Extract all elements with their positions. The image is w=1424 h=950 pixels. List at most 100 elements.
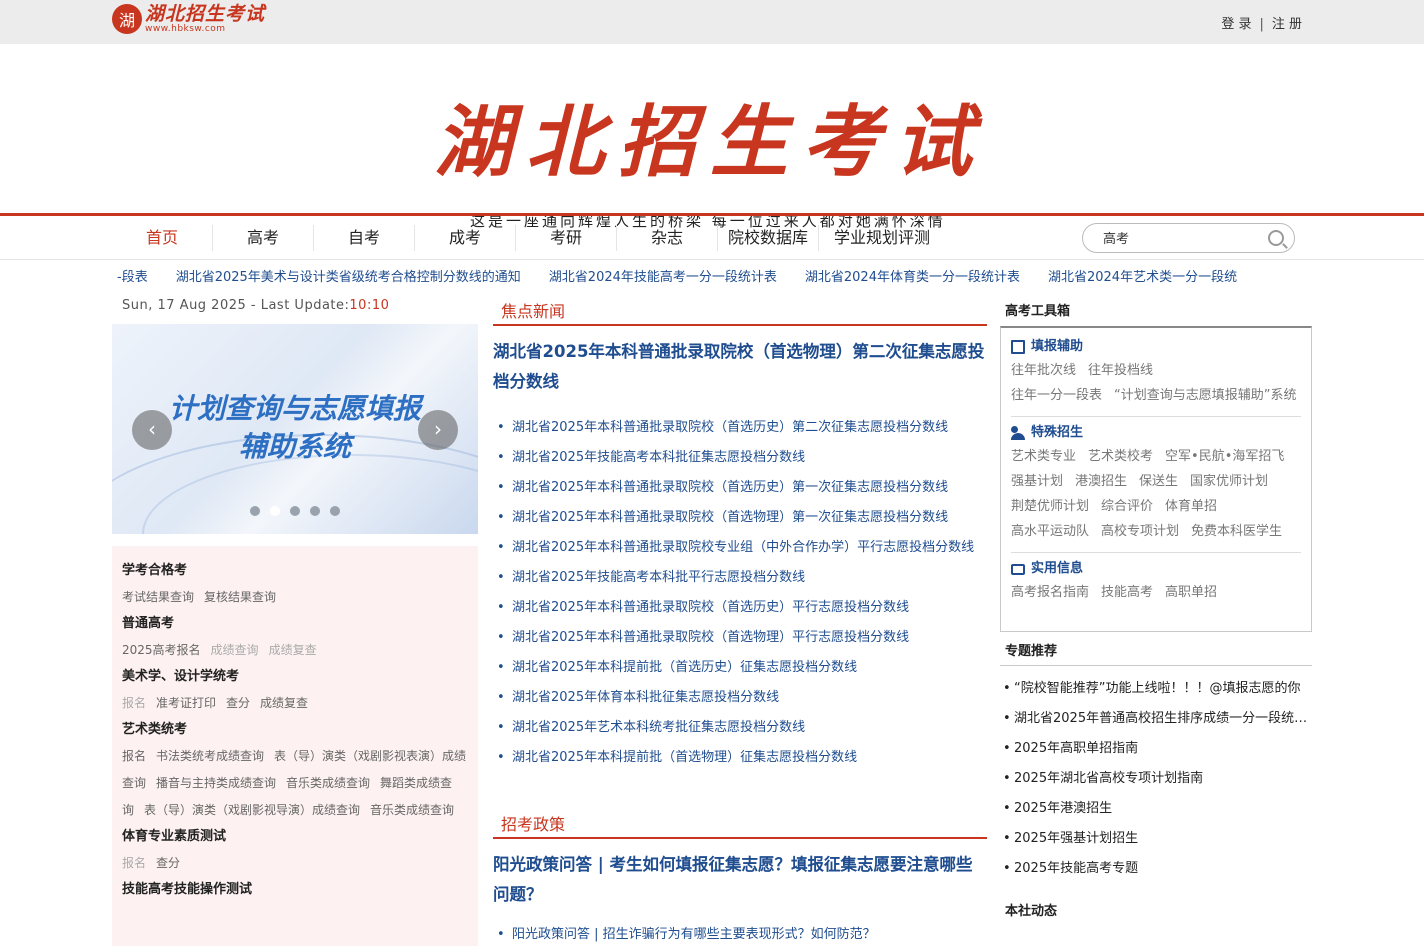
- news-item[interactable]: 湖北省2025年体育本科批征集志愿投档分数线: [493, 683, 987, 713]
- toolbox-group-label: 实用信息: [1031, 561, 1084, 576]
- service-link[interactable]: 音乐类成绩查询: [286, 776, 370, 790]
- carousel-dot[interactable]: [310, 506, 320, 516]
- carousel-dot[interactable]: [290, 506, 300, 516]
- toolbox-link[interactable]: 高考报名指南: [1011, 585, 1089, 600]
- news-heading: 本社动态: [1005, 904, 1058, 919]
- ticker-item[interactable]: 湖北省2024年艺术类一分一段统: [1048, 270, 1237, 285]
- news-item[interactable]: 湖北省2025年本科普通批录取院校（首选历史）第一次征集志愿投档分数线: [493, 473, 987, 503]
- news-item[interactable]: 湖北省2025年本科普通批录取院校专业组（中外合作办学）平行志愿投档分数线: [493, 533, 987, 563]
- service-link[interactable]: 考试结果查询: [122, 590, 194, 604]
- toolbox-link[interactable]: 往年投档线: [1088, 363, 1153, 378]
- service-link[interactable]: 准考证打印: [156, 696, 216, 710]
- nav-item-0[interactable]: 首页: [112, 225, 213, 251]
- service-link: 报名: [122, 696, 147, 710]
- register-link[interactable]: 注 册: [1272, 17, 1302, 32]
- toolbox-link[interactable]: 艺术类专业: [1011, 449, 1076, 464]
- ticker-item[interactable]: 湖北省2024年体育类一分一段统计表: [805, 270, 1020, 285]
- special-item[interactable]: “院校智能推荐”功能上线啦！！！@填报志愿的你: [1000, 674, 1312, 704]
- toolbox-link[interactable]: 综合评价: [1101, 499, 1153, 514]
- service-link[interactable]: 音乐类成绩查询: [370, 803, 454, 817]
- service-link[interactable]: 查分: [226, 696, 250, 710]
- toolbox-link[interactable]: 免费本科医学生: [1191, 524, 1282, 539]
- service-link[interactable]: 表（导）演类（戏剧影视导演）成绩查询: [144, 803, 360, 817]
- toolbox-link[interactable]: 高水平运动队: [1011, 524, 1089, 539]
- special-item[interactable]: 2025年强基计划招生: [1000, 824, 1312, 854]
- ticker-item[interactable]: 湖北省2024年技能高考一分一段统计表: [549, 270, 777, 285]
- special-item[interactable]: 湖北省2025年普通高校招生排序成绩一分一段统计表: [1000, 704, 1312, 734]
- news-item[interactable]: 湖北省2025年本科普通批录取院校（首选历史）平行志愿投档分数线: [493, 593, 987, 623]
- special-item[interactable]: 2025年湖北省高校专项计划指南: [1000, 764, 1312, 794]
- search-icon[interactable]: [1268, 230, 1284, 246]
- service-links: 报名 准考证打印 查分 成绩复查: [122, 690, 468, 717]
- nav-item-6[interactable]: 院校数据库: [718, 225, 819, 251]
- policy-news-list: 阳光政策问答 | 招生诈骗行为有哪些主要表现形式？如何防范？: [493, 920, 987, 950]
- focus-news-label[interactable]: 焦点新闻: [493, 298, 574, 328]
- service-link[interactable]: 书法类统考成绩查询: [156, 749, 264, 763]
- toolbox-link[interactable]: 艺术类校考: [1088, 449, 1153, 464]
- toolbox-link[interactable]: 国家优师计划: [1190, 474, 1268, 489]
- toolbox-link[interactable]: 体育单招: [1165, 499, 1217, 514]
- toolbox-link[interactable]: 保送生: [1139, 474, 1178, 489]
- toolbox: 填报辅助往年批次线 往年投档线往年一分一段表 “计划查询与志愿填报辅助”系统特殊招生…: [1000, 326, 1312, 632]
- toolbox-link[interactable]: 往年批次线: [1011, 363, 1076, 378]
- carousel-dot-active[interactable]: [270, 506, 280, 516]
- site-logo[interactable]: 湖 湖北招生考试 www.hbksw.com: [112, 4, 265, 34]
- carousel-dot[interactable]: [250, 506, 260, 516]
- right-column: 高考工具箱 填报辅助 往年批次线 往年投档线往年一分一段表 “计划查询与志愿填报辅助”…: [1000, 298, 1312, 926]
- toolbox-link[interactable]: 荆楚优师计划: [1011, 499, 1089, 514]
- toolbox-group-title[interactable]: 填报辅助: [1011, 336, 1301, 358]
- service-link[interactable]: 2025高考报名: [122, 643, 201, 657]
- service-link[interactable]: 播音与主持类成绩查询: [156, 776, 276, 790]
- news-item[interactable]: 湖北省2025年本科普通批录取院校（首选物理）平行志愿投档分数线: [493, 623, 987, 653]
- nav-item-1[interactable]: 高考: [213, 225, 314, 251]
- login-link[interactable]: 登 录: [1221, 17, 1251, 32]
- news-item[interactable]: 湖北省2025年本科提前批（首选历史）征集志愿投档分数线: [493, 653, 987, 683]
- special-item[interactable]: 2025年港澳招生: [1000, 794, 1312, 824]
- main-nav: 首页 高考 自考 成考 考研 杂志 院校数据库 学业规划评测: [0, 213, 1424, 260]
- service-link[interactable]: 查分: [156, 856, 180, 870]
- special-item[interactable]: 2025年技能高考专题: [1000, 854, 1312, 884]
- search-input[interactable]: [1103, 230, 1263, 245]
- nav-item-5[interactable]: 杂志: [617, 225, 718, 251]
- chat-icon: [1011, 563, 1025, 575]
- service-heading: 学考合格考: [122, 563, 188, 578]
- toolbox-link[interactable]: 技能高考: [1101, 585, 1153, 600]
- nav-item-7[interactable]: 学业规划评测: [819, 225, 945, 251]
- carousel[interactable]: 计划查询与志愿填报 辅助系统 ‹ ›: [112, 324, 478, 534]
- toolbox-link[interactable]: 高职单招: [1165, 585, 1217, 600]
- nav-item-2[interactable]: 自考: [314, 225, 415, 251]
- news-ticker: -段表 湖北省2025年美术与设计类省级统考合格控制分数线的通知 湖北省2024年技…: [117, 266, 1307, 290]
- carousel-dot[interactable]: [330, 506, 340, 516]
- news-item[interactable]: 湖北省2025年技能高考本科批征集志愿投档分数线: [493, 443, 987, 473]
- news-item[interactable]: 湖北省2025年本科普通批录取院校（首选物理）第一次征集志愿投档分数线: [493, 503, 987, 533]
- policy-headline[interactable]: 阳光政策问答 | 考生如何填报征集志愿？填报征集志愿要注意哪些问题？: [493, 850, 987, 910]
- policy-label[interactable]: 招考政策: [493, 811, 574, 841]
- focus-headline[interactable]: 湖北省2025年本科普通批录取院校（首选物理）第二次征集志愿投档分数线: [493, 337, 987, 397]
- nav-item-3[interactable]: 成考: [415, 225, 516, 251]
- news-item[interactable]: 湖北省2025年本科普通批录取院校（首选历史）第二次征集志愿投档分数线: [493, 413, 987, 443]
- toolbox-link[interactable]: 空军•民航•海军招飞: [1165, 449, 1284, 464]
- nav-item-4[interactable]: 考研: [516, 225, 617, 251]
- policy-tab: 招考政策: [493, 811, 987, 841]
- ticker-item[interactable]: 湖北省2025年美术与设计类省级统考合格控制分数线的通知: [176, 270, 521, 285]
- ticker-item[interactable]: -段表: [117, 270, 148, 285]
- carousel-prev-icon[interactable]: ‹: [132, 410, 172, 450]
- service-link[interactable]: 复核结果查询: [204, 590, 276, 604]
- toolbox-link[interactable]: 高校专项计划: [1101, 524, 1179, 539]
- news-item[interactable]: 湖北省2025年本科提前批（首选物理）征集志愿投档分数线: [493, 743, 987, 773]
- toolbox-group-title[interactable]: 特殊招生: [1011, 422, 1301, 444]
- news-item[interactable]: 湖北省2025年艺术本科统考批征集志愿投档分数线: [493, 713, 987, 743]
- toolbox-link[interactable]: 强基计划: [1011, 474, 1063, 489]
- toolbox-group-title[interactable]: 实用信息: [1011, 558, 1301, 580]
- policy-item[interactable]: 阳光政策问答 | 招生诈骗行为有哪些主要表现形式？如何防范？: [493, 920, 987, 950]
- special-item[interactable]: 2025年高职单招指南: [1000, 734, 1312, 764]
- toolbox-link[interactable]: 港澳招生: [1075, 474, 1127, 489]
- service-link[interactable]: 成绩复查: [260, 696, 308, 710]
- toolbox-group-label: 填报辅助: [1031, 339, 1084, 354]
- service-link[interactable]: 报名: [122, 749, 146, 763]
- carousel-next-icon[interactable]: ›: [418, 410, 458, 450]
- middle-column: 焦点新闻 湖北省2025年本科普通批录取院校（首选物理）第二次征集志愿投档分数线…: [493, 298, 987, 950]
- toolbox-link[interactable]: 往年一分一段表: [1011, 388, 1102, 403]
- toolbox-link[interactable]: “计划查询与志愿填报辅助”系统: [1114, 388, 1296, 403]
- news-item[interactable]: 湖北省2025年技能高考本科批平行志愿投档分数线: [493, 563, 987, 593]
